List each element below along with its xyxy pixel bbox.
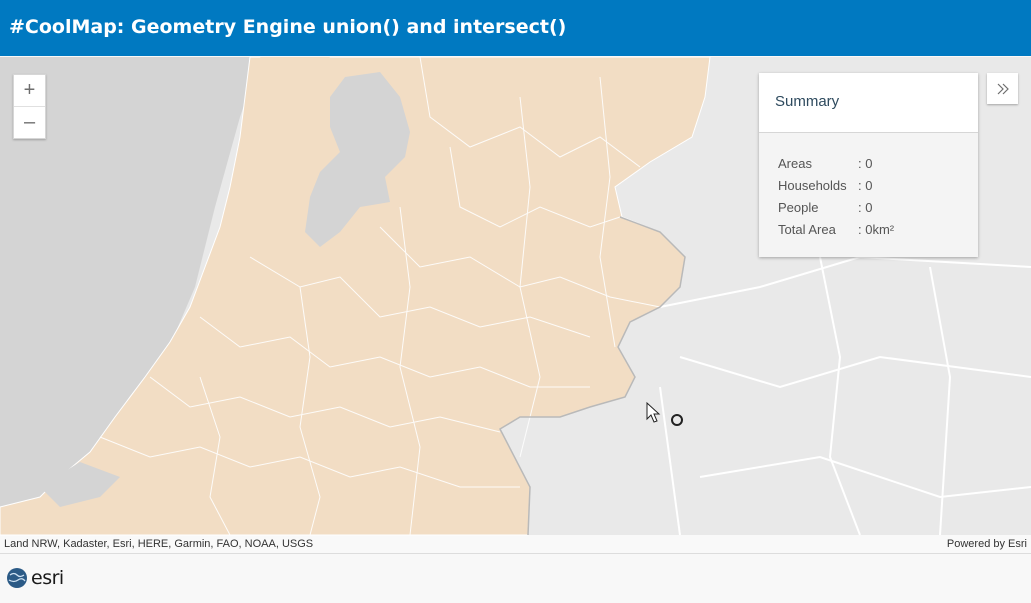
summary-label: Total Area: [778, 221, 836, 237]
zoom-control: + –: [13, 74, 46, 139]
summary-value: : 0: [858, 199, 873, 215]
summary-body: Areas : 0 Households : 0 People : 0 Tota…: [759, 133, 978, 240]
summary-value: : 0: [858, 155, 873, 171]
map-view[interactable]: + – Summary Areas : 0 Households : 0 Peo…: [0, 57, 1031, 553]
app-header: #CoolMap: Geometry Engine union() and in…: [0, 0, 1031, 56]
chevrons-right-icon: [997, 83, 1009, 94]
esri-globe-icon: [7, 568, 27, 588]
footer: esri: [0, 553, 1031, 603]
zoom-out-button[interactable]: –: [14, 106, 45, 138]
summary-label: People: [778, 199, 819, 215]
esri-logo: esri: [6, 567, 64, 589]
summary-label: Areas: [778, 155, 812, 171]
summary-label: Households: [778, 177, 847, 193]
zoom-in-button[interactable]: +: [14, 75, 45, 106]
summary-row-areas: Areas : 0: [778, 152, 978, 174]
powered-by-link[interactable]: Powered by Esri: [947, 538, 1027, 550]
summary-row-people: People : 0: [778, 196, 978, 218]
attribution-bar: Land NRW, Kadaster, Esri, HERE, Garmin, …: [0, 535, 1031, 553]
summary-title: Summary: [759, 73, 978, 133]
page-title: #CoolMap: Geometry Engine union() and in…: [9, 16, 567, 38]
expand-panel-button[interactable]: [987, 73, 1018, 104]
attribution-sources: Land NRW, Kadaster, Esri, HERE, Garmin, …: [4, 538, 314, 550]
summary-panel: Summary Areas : 0 Households : 0 People …: [759, 73, 978, 257]
summary-row-households: Households : 0: [778, 174, 978, 196]
summary-row-total-area: Total Area : 0km²: [778, 218, 978, 240]
summary-value: : 0km²: [858, 221, 895, 237]
esri-logo-text: esri: [31, 567, 64, 589]
summary-value: : 0: [858, 177, 873, 193]
